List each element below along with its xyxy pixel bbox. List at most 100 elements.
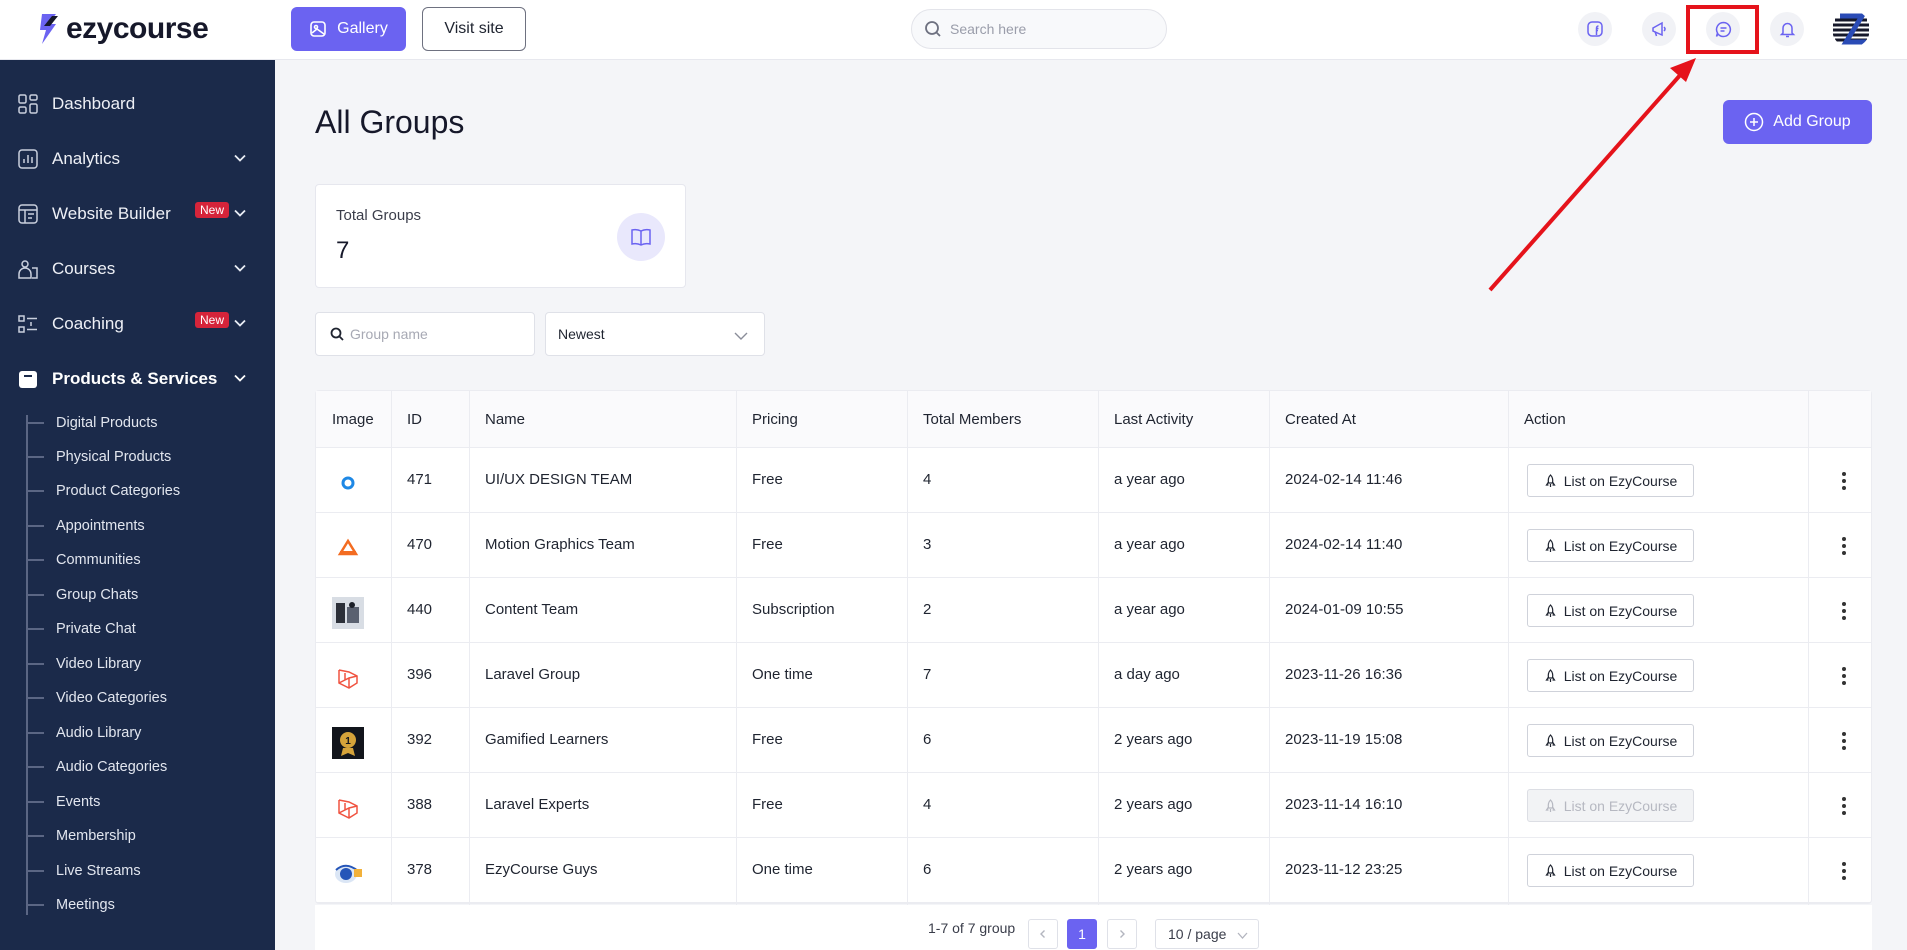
- cell-id: 470: [407, 536, 433, 553]
- cell-name[interactable]: Laravel Group: [485, 666, 580, 683]
- sidebar-subitem-digital-products[interactable]: Digital Products: [28, 413, 158, 433]
- facebook-icon: [1587, 21, 1603, 37]
- prev-page-button[interactable]: [1028, 919, 1058, 949]
- list-on-ezycourse-button[interactable]: List on EzyCourse: [1527, 659, 1694, 692]
- sidebar-subitem-group-chats[interactable]: Group Chats: [27, 585, 138, 605]
- sidebar-subitem-audio-categories[interactable]: Audio Categories: [27, 757, 167, 777]
- cell-pricing: Free: [752, 731, 783, 748]
- sidebar-subitem-communities[interactable]: Communities: [28, 550, 141, 570]
- row-menu-button[interactable]: [1834, 860, 1854, 882]
- sidebar-subitem-video-library[interactable]: Video Library: [27, 654, 141, 674]
- sidebar-subitem-audio-library[interactable]: Audio Library: [27, 723, 141, 743]
- list-on-ezycourse-button[interactable]: List on EzyCourse: [1527, 594, 1694, 627]
- group-name-input[interactable]: [350, 326, 530, 342]
- new-badge: New: [195, 202, 230, 218]
- sidebar-item-coaching[interactable]: Coaching New: [0, 304, 275, 344]
- group-thumbnail[interactable]: [332, 792, 364, 824]
- list-on-ezycourse-button[interactable]: List on EzyCourse: [1527, 529, 1694, 562]
- sidebar-subitem-live-streams[interactable]: Live Streams: [28, 861, 141, 881]
- sidebar-subitem-events[interactable]: Events: [27, 792, 100, 812]
- column-divider: [391, 391, 392, 906]
- row-menu-button[interactable]: [1834, 600, 1854, 622]
- sort-select[interactable]: Newest: [545, 312, 765, 356]
- search-input[interactable]: [950, 21, 1150, 37]
- list-on-ezycourse-button[interactable]: List on EzyCourse: [1527, 724, 1694, 757]
- rocket-icon: [1545, 733, 1556, 747]
- new-badge: New: [195, 312, 230, 328]
- sidebar-item-website-builder[interactable]: Website Builder New: [0, 194, 275, 234]
- cell-id: 392: [407, 731, 433, 748]
- group-thumbnail[interactable]: [332, 857, 364, 889]
- sidebar-item-products-services[interactable]: Products & Services: [0, 359, 275, 399]
- brand-logo[interactable]: ezycourse: [38, 10, 209, 48]
- dashboard-icon: [17, 93, 39, 115]
- cell-pricing: One time: [752, 666, 813, 683]
- sidebar-subitem-meetings[interactable]: Meetings: [28, 895, 115, 915]
- cell-name[interactable]: Content Team: [485, 601, 578, 618]
- list-on-ezycourse-button[interactable]: List on EzyCourse: [1527, 464, 1694, 497]
- sidebar-subitem-membership[interactable]: Membership: [28, 826, 136, 846]
- cell-name[interactable]: Motion Graphics Team: [485, 536, 635, 553]
- announcement-button[interactable]: [1642, 12, 1676, 46]
- add-group-button[interactable]: Add Group: [1723, 100, 1872, 144]
- top-bar: ezycourse Gallery Visit site: [0, 0, 1907, 60]
- sidebar-item-label: Courses: [52, 259, 116, 278]
- cell-created-at: 2023-11-19 15:08: [1285, 731, 1403, 748]
- row-menu-button[interactable]: [1834, 470, 1854, 492]
- logo-icon: [40, 14, 58, 44]
- products-icon: [17, 368, 39, 390]
- rocket-icon: [1545, 863, 1556, 877]
- column-header-name: Name: [485, 411, 526, 428]
- group-thumbnail[interactable]: 1: [332, 727, 364, 759]
- notifications-button[interactable]: [1770, 12, 1804, 46]
- cell-members: 4: [923, 471, 932, 488]
- sidebar-subitem-private-chat[interactable]: Private Chat: [28, 619, 136, 639]
- list-on-ezycourse-button[interactable]: List on EzyCourse: [1527, 854, 1694, 887]
- svg-text:1: 1: [345, 736, 351, 747]
- cell-name[interactable]: UI/UX DESIGN TEAM: [485, 471, 632, 488]
- cell-name[interactable]: Gamified Learners: [485, 731, 608, 748]
- rocket-icon: [1545, 473, 1556, 487]
- cell-name[interactable]: EzyCourse Guys: [485, 861, 598, 878]
- group-thumbnail[interactable]: [332, 532, 364, 564]
- page-button-current[interactable]: 1: [1067, 919, 1097, 949]
- avatar-icon: [1832, 10, 1870, 48]
- chevron-down-icon: [234, 154, 246, 162]
- pagination-summary: 1-7 of 7 group: [928, 920, 1016, 936]
- group-thumbnail[interactable]: [332, 467, 364, 499]
- next-page-button[interactable]: [1107, 919, 1137, 949]
- sidebar-subitem-appointments[interactable]: Appointments: [28, 516, 145, 536]
- column-divider: [736, 391, 737, 906]
- megaphone-icon: [1651, 21, 1666, 36]
- row-menu-button[interactable]: [1834, 795, 1854, 817]
- courses-icon: [17, 258, 39, 280]
- sidebar-subitem-product-categories[interactable]: Product Categories: [27, 481, 180, 501]
- gallery-label: Gallery: [337, 20, 388, 37]
- row-menu-button[interactable]: [1834, 730, 1854, 752]
- sidebar-subitem-physical-products[interactable]: Physical Products: [27, 447, 171, 467]
- cell-id: 471: [407, 471, 433, 488]
- cell-name[interactable]: Laravel Experts: [485, 796, 589, 813]
- sidebar-item-analytics[interactable]: Analytics: [0, 139, 275, 179]
- sidebar-subitem-video-categories[interactable]: Video Categories: [28, 688, 167, 708]
- search-icon: [925, 21, 941, 37]
- facebook-button[interactable]: [1578, 12, 1612, 46]
- group-thumbnail[interactable]: [332, 662, 364, 694]
- avatar[interactable]: [1832, 10, 1870, 48]
- table-body: 471 UI/UX DESIGN TEAM Free 4 a year ago 2024-…: [316, 448, 1871, 903]
- group-thumbnail[interactable]: [332, 597, 364, 629]
- rocket-icon: [1545, 668, 1556, 682]
- gallery-button[interactable]: Gallery: [291, 7, 406, 51]
- chevron-down-icon: [234, 374, 246, 382]
- cell-last-activity: a year ago: [1114, 536, 1185, 553]
- page-size-select[interactable]: 10 / page: [1155, 919, 1259, 949]
- sidebar-item-dashboard[interactable]: Dashboard: [0, 84, 275, 124]
- visit-site-button[interactable]: Visit site: [422, 7, 526, 51]
- row-menu-button[interactable]: [1834, 665, 1854, 687]
- sidebar-item-label: Products & Services: [52, 369, 218, 388]
- sidebar-item-courses[interactable]: Courses: [0, 249, 275, 289]
- chevron-down-icon: [234, 209, 246, 217]
- row-menu-button[interactable]: [1834, 535, 1854, 557]
- cell-id: 396: [407, 666, 433, 683]
- sidebar: Dashboard Analytics Website Builder New …: [0, 60, 275, 950]
